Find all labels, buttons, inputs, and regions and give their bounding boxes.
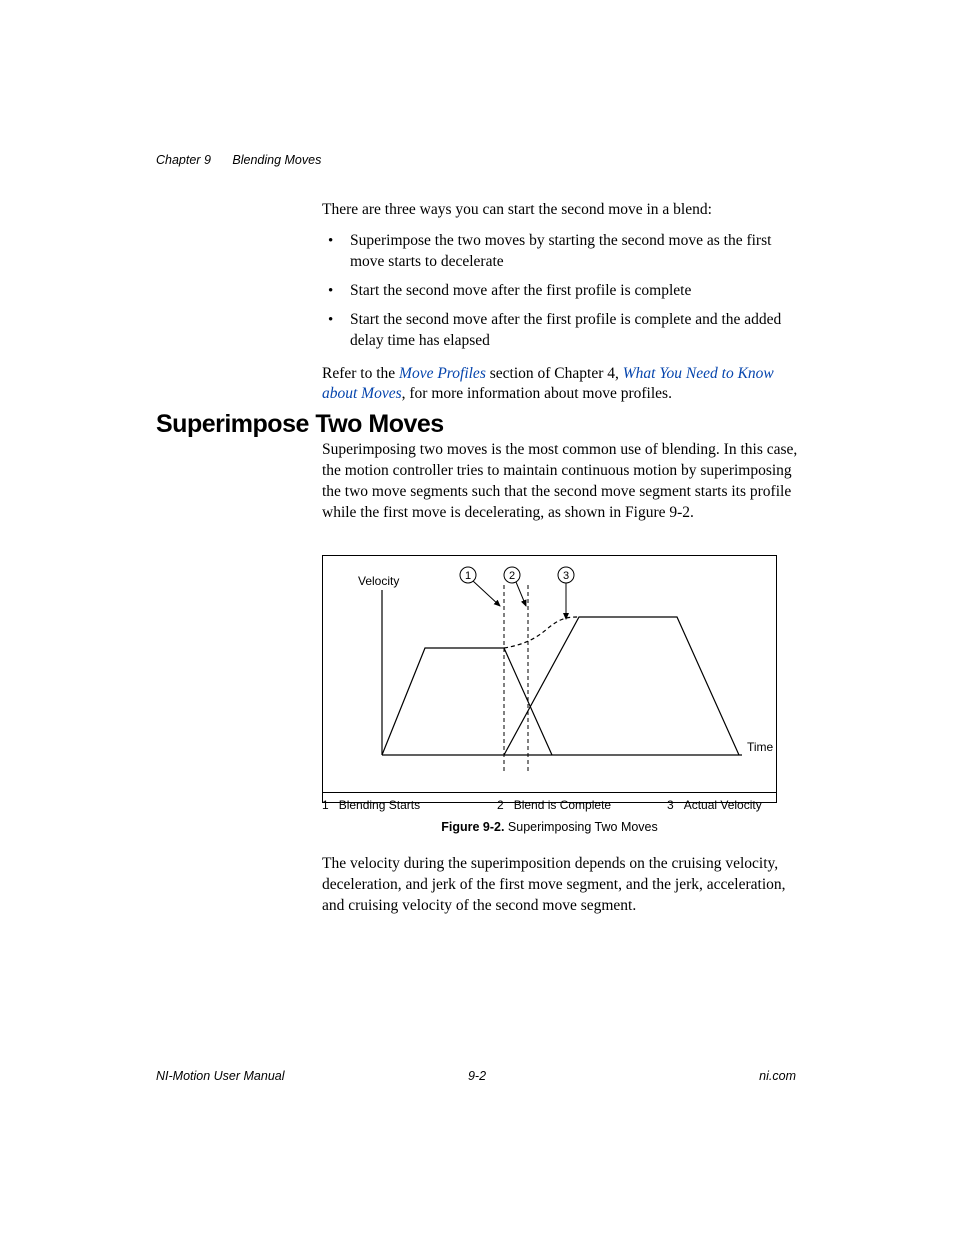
intro-block: There are three ways you can start the s…: [322, 200, 800, 415]
section-body: Superimposing two moves is the most comm…: [322, 440, 800, 524]
bullet-item: Superimpose the two moves by starting th…: [322, 231, 800, 273]
legend-item: 3 Actual Velocity: [667, 798, 762, 812]
chapter-title: Blending Moves: [232, 153, 321, 167]
figure-diagram: 1 2 3 Velocity Time: [322, 555, 777, 803]
refer-post: , for more information about move profil…: [402, 385, 672, 402]
intro-lead: There are three ways you can start the s…: [322, 200, 800, 221]
figure-legend: 1 Blending Starts 2 Blend is Complete 3 …: [322, 792, 777, 812]
legend-text: Blending Starts: [339, 798, 420, 812]
refer-pre: Refer to the: [322, 365, 399, 382]
section-heading: Superimpose Two Moves: [156, 410, 444, 439]
intro-bullets: Superimpose the two moves by starting th…: [322, 231, 800, 352]
bullet-item: Start the second move after the first pr…: [322, 281, 800, 302]
page-header: Chapter 9 Blending Moves: [156, 153, 321, 167]
legend-num: 1: [322, 798, 329, 812]
callout-2-num: 2: [509, 570, 515, 582]
footer-right: ni.com: [759, 1069, 796, 1083]
x-axis-label: Time: [747, 740, 774, 754]
legend-num: 3: [667, 798, 674, 812]
caption-bold: Figure 9-2.: [441, 820, 508, 834]
footer-center: 9-2: [0, 1069, 954, 1083]
legend-item: 1 Blending Starts: [322, 798, 497, 812]
legend-num: 2: [497, 798, 504, 812]
callout-3-num: 3: [563, 570, 569, 582]
legend-item: 2 Blend is Complete: [497, 798, 667, 812]
after-figure-block: The velocity during the superimposition …: [322, 854, 800, 927]
section-body-block: Superimposing two moves is the most comm…: [322, 440, 800, 534]
legend-text: Actual Velocity: [684, 798, 762, 812]
caption-text: Superimposing Two Moves: [508, 820, 658, 834]
after-figure-text: The velocity during the superimposition …: [322, 854, 800, 917]
refer-mid: section of Chapter 4,: [486, 365, 623, 382]
move-profiles-link[interactable]: Move Profiles: [399, 365, 486, 382]
legend-text: Blend is Complete: [514, 798, 611, 812]
chapter-number: Chapter 9: [156, 153, 211, 167]
figure-caption: Figure 9-2. Superimposing Two Moves: [322, 820, 777, 834]
bullet-item: Start the second move after the first pr…: [322, 310, 800, 352]
y-axis-label: Velocity: [358, 574, 399, 588]
refer-paragraph: Refer to the Move Profiles section of Ch…: [322, 364, 800, 406]
callout-1-num: 1: [465, 570, 471, 582]
